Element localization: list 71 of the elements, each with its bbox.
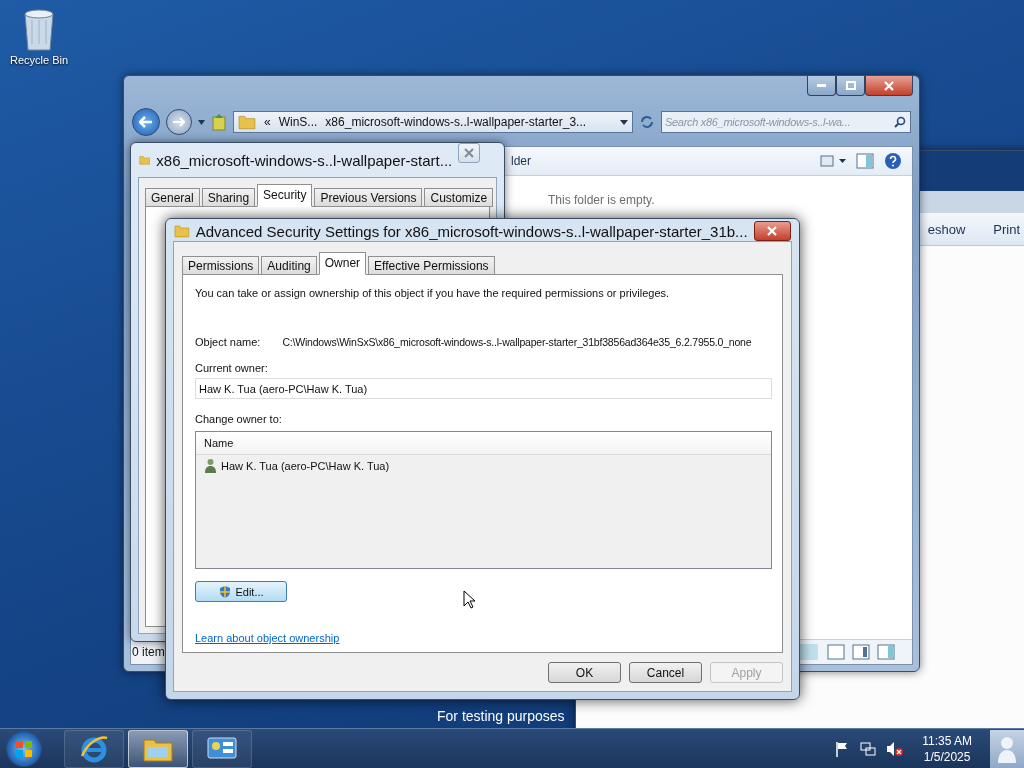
toolbar-item[interactable]: eshow — [927, 221, 966, 237]
dialog-button[interactable]: OK — [548, 662, 621, 683]
dialog-title: Advanced Security Settings for x86_microsoft-windows-s..l-wallpaper-starter_31b... — [195, 222, 748, 240]
build-notice: For testing purposes — [437, 708, 565, 724]
dialog-title: x86_microsoft-windows-s..l-wallpaper-start... — [156, 151, 453, 169]
shield-icon — [218, 584, 233, 599]
tab[interactable]: General — [145, 188, 200, 207]
minimize-button[interactable] — [807, 76, 836, 96]
user-icon — [204, 458, 217, 473]
desktop-icon-label: Recycle Bin — [9, 54, 69, 66]
dropdown-caret-icon[interactable] — [620, 119, 628, 125]
start-button[interactable] — [6, 730, 42, 767]
edit-button[interactable]: Edit... — [195, 581, 287, 602]
tab[interactable]: Customize — [424, 188, 494, 207]
empty-folder-message: This folder is empty. — [548, 193, 655, 207]
clock-time[interactable]: 11:35 AM — [922, 732, 972, 749]
folder-icon — [174, 223, 190, 239]
close-icon — [464, 148, 475, 158]
minimize-icon — [817, 84, 826, 87]
folder-icon — [238, 113, 256, 131]
tab[interactable]: Owner — [318, 252, 367, 275]
dialog-button[interactable]: Cancel — [629, 662, 702, 683]
help-icon[interactable] — [884, 152, 902, 170]
close-icon — [884, 80, 894, 91]
help-link[interactable]: Learn about object ownership — [195, 632, 340, 644]
toolbar-item[interactable]: lder — [511, 154, 810, 168]
taskbar-button[interactable] — [192, 729, 252, 768]
status-text: 0 item — [132, 645, 165, 659]
close-icon — [767, 226, 778, 236]
person-icon — [997, 734, 1017, 763]
forward-button[interactable] — [166, 109, 192, 135]
search-field[interactable]: Search x86_microsoft-windows-s..l-wa... — [661, 111, 911, 133]
tab[interactable]: Security — [257, 184, 313, 207]
close-button[interactable] — [753, 221, 791, 241]
speaker-icon[interactable] — [886, 740, 905, 757]
back-button[interactable] — [132, 108, 160, 136]
dropdown-caret-icon[interactable] — [198, 119, 205, 125]
clock-date[interactable]: 1/5/2025 — [923, 748, 971, 765]
toolbar-item[interactable]: Print — [993, 221, 1020, 237]
user-tile[interactable] — [990, 729, 1024, 768]
object-name-label: Object name: — [195, 336, 261, 348]
browser-icon — [79, 733, 109, 764]
search-icon — [894, 116, 906, 128]
back-arrow-icon — [139, 116, 153, 128]
list-item[interactable]: Haw K. Tua (aero-PC\Haw K. Tua) — [221, 459, 390, 472]
maximize-icon — [845, 81, 856, 90]
breadcrumb[interactable]: WinS... — [278, 115, 318, 129]
forward-arrow-icon — [173, 117, 185, 127]
tab[interactable]: Permissions — [182, 256, 260, 275]
tab[interactable]: Auditing — [261, 256, 317, 275]
tab[interactable]: Sharing — [201, 188, 256, 207]
taskbar-button[interactable] — [64, 729, 124, 768]
close-button[interactable] — [865, 76, 913, 96]
current-owner-field: Haw K. Tua (aero-PC\Haw K. Tua) — [195, 378, 772, 399]
address-bar[interactable]: « WinS... x86_microsoft-windows-s..l-wallpaper-starter_3... — [233, 111, 633, 133]
tab[interactable]: Previous Versions — [314, 188, 423, 207]
tab[interactable]: Effective Permissions — [368, 256, 495, 275]
view-options-icon[interactable] — [820, 155, 846, 167]
breadcrumb[interactable]: x86_microsoft-windows-s..l-wallpaper-starter_3... — [325, 115, 587, 129]
taskbar-button[interactable] — [128, 729, 188, 768]
maximize-button[interactable] — [836, 76, 865, 96]
breadcrumb[interactable]: « — [264, 115, 271, 129]
refresh-icon[interactable] — [639, 114, 655, 130]
network-icon[interactable] — [860, 740, 877, 757]
column-header[interactable]: Name — [196, 432, 771, 455]
windows-logo-icon — [16, 740, 32, 757]
change-owner-label: Change owner to: — [195, 413, 282, 425]
current-owner-label: Current owner: — [195, 362, 268, 374]
mouse-cursor-icon — [463, 590, 476, 609]
intro-text: You can take or assign ownership of this object if you have the required permissions or privileges. — [195, 287, 671, 299]
object-name-value: C:\Windows\WinSxS\x86_microsoft-windows-s..l-wallpaper-starter_31bf3856ad364e35_6.2.7955.0_none — [282, 336, 752, 348]
